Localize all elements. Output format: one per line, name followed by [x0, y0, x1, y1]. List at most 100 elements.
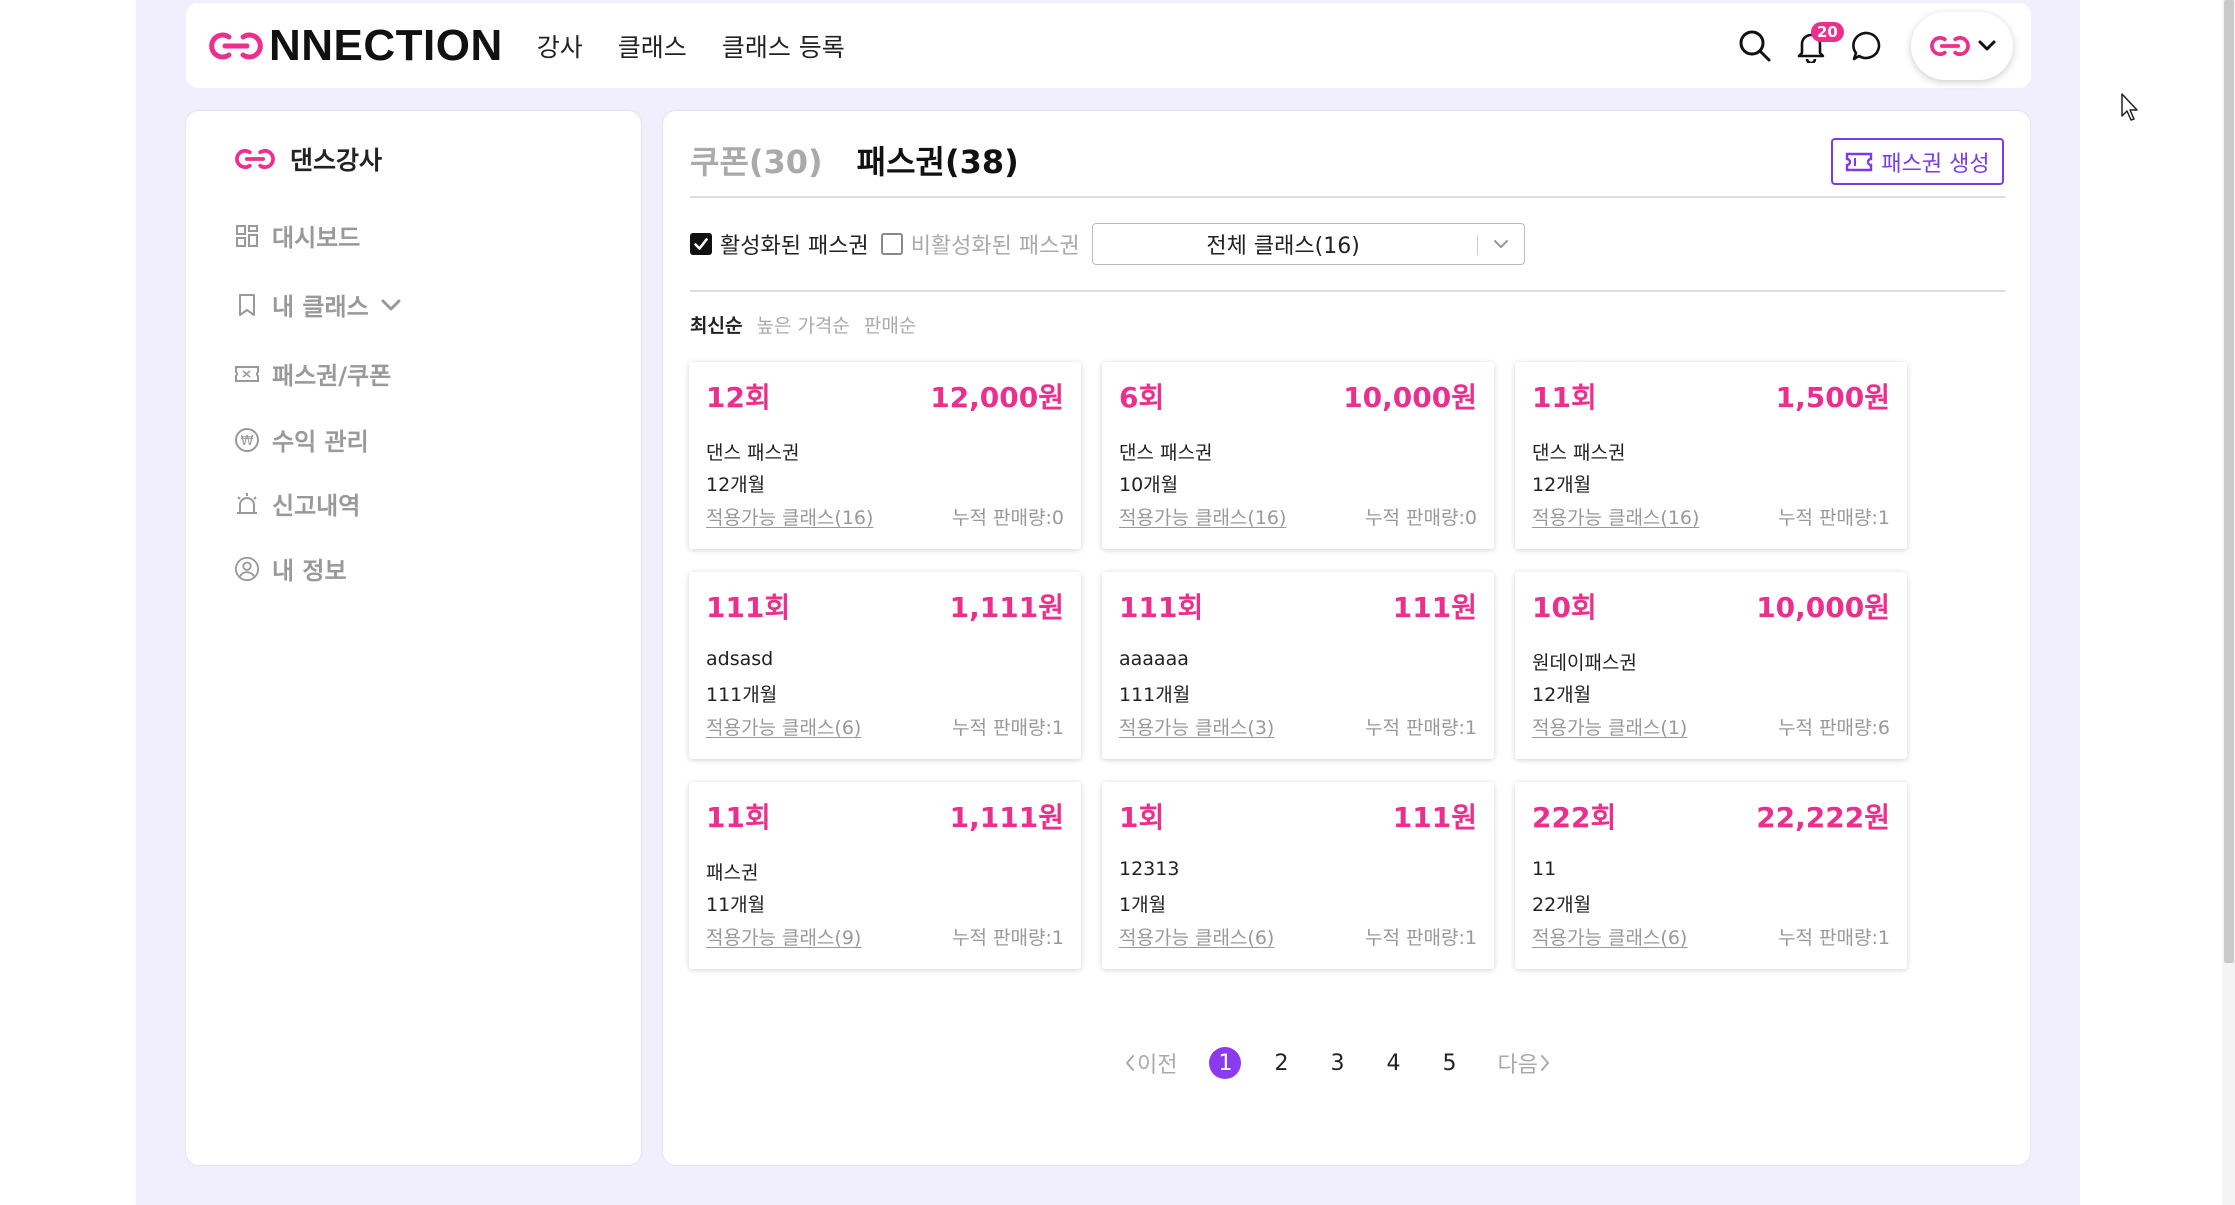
sort-price-high[interactable]: 높은 가격순	[756, 311, 849, 338]
chevron-down-icon	[381, 299, 401, 310]
sidebar-item-my-classes[interactable]: 내 클래스	[234, 287, 403, 322]
pass-card[interactable]: 11회 1,111원 패스권 11개월 적용가능 클래스(9) 누적 판매량:1	[689, 782, 1081, 969]
main-content: 쿠폰(30) 패스권(38) 패스권 생성 활성화된 패스권 비활성화된 패스권…	[662, 110, 2031, 1166]
pass-count: 10회	[1532, 591, 1597, 624]
applicable-classes-link[interactable]: 적용가능 클래스(16)	[706, 503, 873, 530]
mouse-cursor-icon	[2121, 93, 2138, 121]
next-page-button[interactable]: 다음	[1497, 1047, 1551, 1079]
sidebar-item-label: 수익 관리	[272, 428, 369, 456]
ticket-icon	[1846, 152, 1873, 171]
pass-sales: 누적 판매량:0	[1365, 507, 1477, 529]
sidebar-title-text: 댄스강사	[290, 146, 383, 175]
tab-coupon[interactable]: 쿠폰(30)	[690, 137, 823, 183]
nav-classes[interactable]: 클래스	[618, 28, 687, 64]
pass-name: 원데이패스권	[1532, 652, 1637, 674]
main-nav: 강사 클래스 클래스 등록	[537, 28, 880, 64]
pass-period: 22개월	[1532, 894, 1592, 916]
pass-price: 1,111원	[949, 591, 1064, 624]
tab-pass[interactable]: 패스권(38)	[857, 137, 1019, 183]
next-page-label: 다음	[1497, 1053, 1538, 1078]
inactive-filter-label[interactable]: 비활성화된 패스권	[911, 228, 1080, 260]
applicable-classes-link[interactable]: 적용가능 클래스(16)	[1532, 503, 1699, 530]
pass-name: 11	[1532, 858, 1557, 880]
page-2-button[interactable]: 2	[1265, 1047, 1297, 1079]
sidebar-item-dashboard[interactable]: 대시보드	[234, 218, 360, 253]
pass-card[interactable]: 11회 1,500원 댄스 패스권 12개월 적용가능 클래스(16) 누적 판…	[1515, 362, 1907, 549]
sidebar-item-label: 신고내역	[272, 492, 361, 520]
search-icon	[1739, 30, 1771, 61]
sidebar-item-pass-coupon[interactable]: 패스권/쿠폰	[234, 356, 391, 391]
profile-menu-button[interactable]	[1911, 11, 2013, 80]
header-actions: 20	[1719, 11, 2013, 80]
sort-newest[interactable]: 최신순	[690, 311, 742, 338]
create-pass-label: 패스권 생성	[1881, 151, 1990, 177]
pass-price: 111원	[1392, 801, 1477, 834]
page-1-button[interactable]: 1	[1209, 1047, 1242, 1079]
pass-name: 패스권	[706, 862, 759, 884]
pass-count: 111회	[706, 591, 791, 624]
chevron-right-icon	[1540, 1055, 1549, 1071]
pass-period: 10개월	[1119, 474, 1179, 496]
chat-button[interactable]	[1847, 26, 1887, 66]
sidebar-item-label: 내 정보	[272, 557, 347, 585]
pass-period: 111개월	[706, 684, 778, 706]
pass-card[interactable]: 12회 12,000원 댄스 패스권 12개월 적용가능 클래스(16) 누적 …	[689, 362, 1081, 549]
class-select[interactable]: 전체 클래스(16)	[1091, 223, 1525, 265]
nav-class-register[interactable]: 클래스 등록	[722, 28, 845, 64]
applicable-classes-link[interactable]: 적용가능 클래스(9)	[706, 923, 861, 950]
pass-count: 11회	[1532, 381, 1597, 414]
active-filter-label[interactable]: 활성화된 패스권	[720, 228, 869, 260]
create-pass-button[interactable]: 패스권 생성	[1831, 138, 2004, 185]
pass-price: 1,500원	[1775, 381, 1890, 414]
pass-period: 12개월	[1532, 684, 1592, 706]
pass-count: 6회	[1119, 381, 1165, 414]
ticket-icon	[234, 361, 260, 387]
pass-card[interactable]: 10회 10,000원 원데이패스권 12개월 적용가능 클래스(1) 누적 판…	[1515, 572, 1907, 759]
pass-card[interactable]: 6회 10,000원 댄스 패스권 10개월 적용가능 클래스(16) 누적 판…	[1102, 362, 1494, 549]
svg-text:₩: ₩	[241, 434, 254, 449]
page-4-button[interactable]: 4	[1377, 1047, 1409, 1079]
pass-name: 12313	[1119, 858, 1180, 880]
page-scrollbar-thumb[interactable]	[2224, 0, 2234, 963]
pass-price: 1,111원	[949, 801, 1064, 834]
sort-sales[interactable]: 판매순	[864, 311, 916, 338]
pass-count: 11회	[706, 801, 771, 834]
sidebar-item-reports[interactable]: 신고내역	[234, 486, 360, 521]
pass-card[interactable]: 222회 22,222원 11 22개월 적용가능 클래스(6) 누적 판매량:…	[1515, 782, 1907, 969]
inactive-filter-checkbox[interactable]	[880, 233, 903, 255]
pass-price: 111원	[1392, 591, 1477, 624]
page-5-button[interactable]: 5	[1433, 1047, 1465, 1079]
nav-instructors[interactable]: 강사	[537, 28, 583, 64]
pass-sales: 누적 판매량:1	[1365, 717, 1477, 739]
pass-name: 댄스 패스권	[1119, 442, 1213, 464]
pass-period: 11개월	[706, 894, 766, 916]
search-button[interactable]	[1735, 26, 1775, 66]
sidebar-title: 댄스강사	[232, 141, 382, 177]
sidebar-item-revenue[interactable]: ₩ 수익 관리	[234, 422, 369, 457]
filter-bar: 활성화된 패스권 비활성화된 패스권 전체 클래스(16)	[690, 223, 1525, 265]
page-3-button[interactable]: 3	[1321, 1047, 1353, 1079]
pass-card[interactable]: 111회 111원 aaaaaa 111개월 적용가능 클래스(3) 누적 판매…	[1102, 572, 1494, 759]
brand-logo[interactable]: NNECTION	[205, 21, 503, 70]
sidebar-item-label: 패스권/쿠폰	[272, 362, 392, 390]
active-filter-checkbox[interactable]	[690, 233, 712, 255]
applicable-classes-link[interactable]: 적용가능 클래스(6)	[1532, 923, 1687, 950]
applicable-classes-link[interactable]: 적용가능 클래스(16)	[1119, 503, 1286, 530]
pass-sales: 누적 판매량:0	[952, 507, 1064, 529]
pass-card[interactable]: 1회 111원 12313 1개월 적용가능 클래스(6) 누적 판매량:1	[1102, 782, 1494, 969]
notification-button[interactable]: 20	[1791, 21, 1844, 66]
prev-page-button[interactable]: 이전	[1123, 1047, 1177, 1079]
applicable-classes-link[interactable]: 적용가능 클래스(6)	[706, 713, 861, 740]
pass-sales: 누적 판매량:1	[952, 717, 1064, 739]
chevron-left-icon	[1126, 1055, 1134, 1071]
sidebar: 댄스강사 대시보드 내 클래스 패스권/쿠폰 ₩ 수익 관리 신고내역 내 정보	[185, 110, 642, 1166]
applicable-classes-link[interactable]: 적용가능 클래스(6)	[1119, 923, 1274, 950]
sort-options: 최신순 높은 가격순 판매순	[690, 311, 930, 338]
applicable-classes-link[interactable]: 적용가능 클래스(1)	[1532, 713, 1687, 740]
pagination: 이전 1 2 3 4 5 다음	[1123, 1047, 1552, 1079]
pass-card[interactable]: 111회 1,111원 adsasd 111개월 적용가능 클래스(6) 누적 …	[689, 572, 1081, 759]
sidebar-item-my-info[interactable]: 내 정보	[234, 551, 347, 586]
tab-bar: 쿠폰(30) 패스권(38)	[690, 137, 1019, 183]
checkmark-icon	[694, 238, 708, 250]
applicable-classes-link[interactable]: 적용가능 클래스(3)	[1119, 713, 1274, 740]
